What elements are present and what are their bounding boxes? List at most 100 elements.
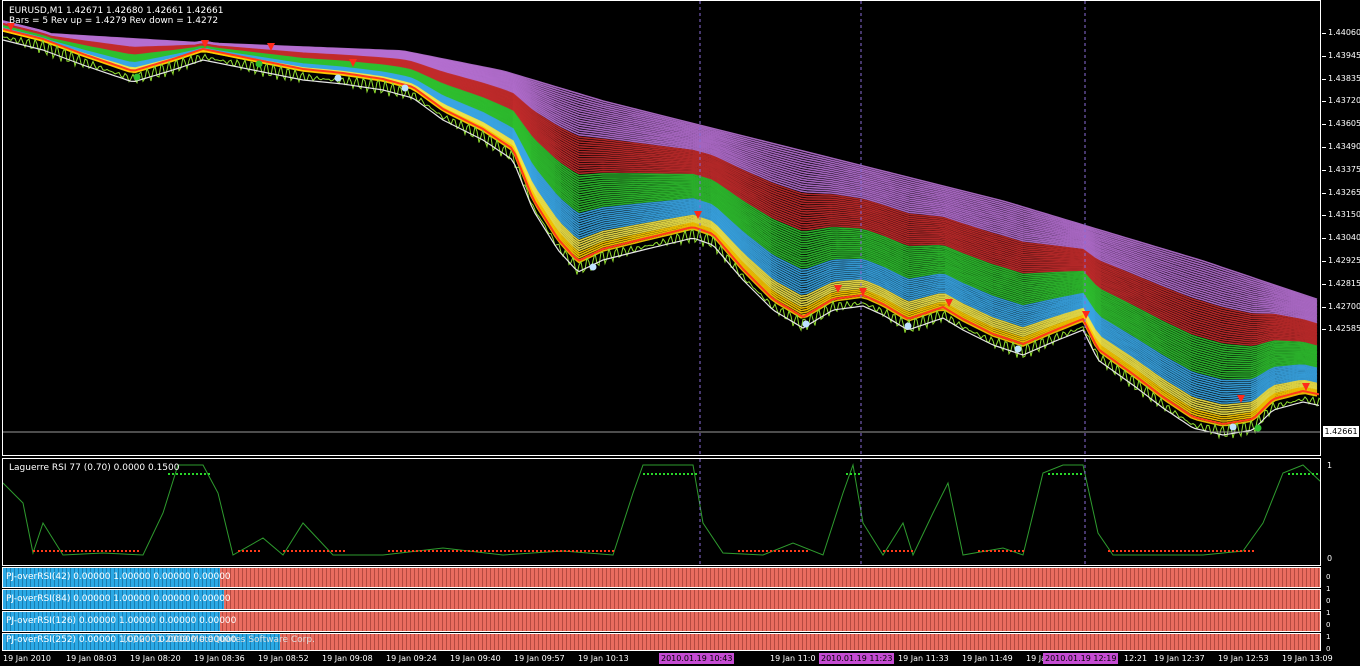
rsi-level-dot <box>428 550 430 552</box>
rsi-level-dot <box>1304 473 1306 475</box>
rsi-level-dot <box>392 550 394 552</box>
rsi-level-dot <box>184 473 186 475</box>
time-highlight: 2010.01.19 11:23 <box>819 653 895 664</box>
rsi-level-dot <box>1060 473 1062 475</box>
rsi-level-dot <box>1148 550 1150 552</box>
rsi-level-dot <box>907 550 909 552</box>
rsi-level-dot <box>1120 550 1122 552</box>
rsi-level-dot <box>343 550 345 552</box>
rsi-level-dot <box>1140 550 1142 552</box>
rsi-level-dot <box>1192 550 1194 552</box>
rsi-level-dot <box>472 550 474 552</box>
rsi-level-dot <box>65 550 67 552</box>
rsi-level-dot <box>1152 550 1154 552</box>
rsi-level-dot <box>683 473 685 475</box>
rsi-level-dot <box>998 550 1000 552</box>
rsi-level-dot <box>432 550 434 552</box>
current-price-label: 1.42661 <box>1323 426 1359 437</box>
price-chart-pane[interactable]: EURUSD,M1 1.42671 1.42680 1.42661 1.4266… <box>2 0 1321 456</box>
price-axis[interactable]: 1.44060 1.43945 1.43835 1.43720 1.43605 1.434… <box>1321 0 1360 456</box>
rsi-level-dot <box>746 550 748 552</box>
rsi-level-dot <box>1248 550 1250 552</box>
rsi-level-dot <box>1006 550 1008 552</box>
rsi-level-dot <box>412 550 414 552</box>
rsi-level-dot <box>73 550 75 552</box>
price-tick: 1.42700 <box>1321 301 1360 311</box>
chart-header-symbol: EURUSD,M1 1.42671 1.42680 1.42661 1.4266… <box>9 6 224 16</box>
time-tick: 19 Jan 11:33 <box>898 654 949 663</box>
rsi-level-dot <box>400 550 402 552</box>
rsi-level-dot <box>424 550 426 552</box>
pj-overrsi-126-pane[interactable]: PJ-overRSI(126) 0.00000 1.00000 0.00000 … <box>2 611 1321 632</box>
rsi-level-dot <box>1244 550 1246 552</box>
rsi-level-dot <box>1228 550 1230 552</box>
rsi-level-dot <box>335 550 337 552</box>
rsi-level-dot <box>1056 473 1058 475</box>
signal-dot-icon <box>802 320 810 328</box>
rsi-level-dot <box>786 550 788 552</box>
rsi-level-dot <box>1022 550 1024 552</box>
rsi-level-dot <box>1220 550 1222 552</box>
rsi-level-dot <box>584 550 586 552</box>
rsi-level-dot <box>651 473 653 475</box>
time-tick: 19 Jan 08:36 <box>194 654 245 663</box>
rsi-level-dot <box>1300 473 1302 475</box>
rsi-level-dot <box>1236 550 1238 552</box>
price-tick: 1.43720 <box>1321 96 1360 106</box>
rsi-level-dot <box>1068 473 1070 475</box>
rsi-level-dot <box>61 550 63 552</box>
rsi-level-dot <box>448 550 450 552</box>
laguerre-rsi-pane[interactable]: Laguerre RSI 77 (0.70) 0.0000 0.1500 <box>2 458 1321 566</box>
rsi-level-dot <box>1224 550 1226 552</box>
time-tick: 19 Jan 09:08 <box>322 654 373 663</box>
rsi-level-dot <box>291 550 293 552</box>
rsi-level-dot <box>667 473 669 475</box>
signal-dot-icon <box>904 322 912 330</box>
rsi-level-dot <box>460 550 462 552</box>
rsi-level-dot <box>1156 550 1158 552</box>
rsi-level-dot <box>331 550 333 552</box>
rsi-level-dot <box>679 473 681 475</box>
time-tick: 19 Jan 10:13 <box>578 654 629 663</box>
pj-overrsi-84-pane[interactable]: PJ-overRSI(84) 0.00000 1.00000 0.00000 0… <box>2 589 1321 610</box>
rsi-level-dot <box>520 550 522 552</box>
rsi-level-dot <box>512 550 514 552</box>
rsi-level-dot <box>576 550 578 552</box>
pj-overrsi-42-pane[interactable]: PJ-overRSI(42) 0.00000 1.00000 0.00000 0… <box>2 567 1321 588</box>
pj-overrsi-252-pane[interactable]: PJ-overRSI(252) 0.00000 1.00000 0.00000 … <box>2 633 1321 651</box>
rsi-level-dot <box>540 550 542 552</box>
rsi-level-dot <box>319 550 321 552</box>
ribbon-line <box>3 25 1318 357</box>
rsi-level-dot <box>1176 550 1178 552</box>
rsi-level-dot <box>488 550 490 552</box>
moving-average-ribbons <box>3 20 1320 440</box>
price-tick: 1.42815 <box>1321 278 1360 288</box>
rsi-level-dot <box>188 473 190 475</box>
rsi-axis: 1 0 <box>1321 458 1360 566</box>
rsi-level-dot <box>45 550 47 552</box>
rsi-level-dot <box>548 550 550 552</box>
bars-axis-tick: 0 <box>1326 621 1331 629</box>
rsi-level-dot <box>408 550 410 552</box>
rsi-level-dot <box>1316 473 1318 475</box>
rsi-level-dot <box>742 550 744 552</box>
rsi-level-dot <box>468 550 470 552</box>
time-axis[interactable]: 19 Jan 2010 19 Jan 08:03 19 Jan 08:20 19 Ja… <box>0 652 1360 666</box>
rsi-level-dot <box>532 550 534 552</box>
price-tick: 1.43835 <box>1321 73 1360 83</box>
rsi-level-dot <box>53 550 55 552</box>
rsi-level-dot <box>580 550 582 552</box>
rsi-level-dot <box>1010 550 1012 552</box>
rsi-level-dot <box>738 550 740 552</box>
rsi-level-dot <box>254 550 256 552</box>
rsi-level-dot <box>97 550 99 552</box>
rsi-level-dot <box>1112 550 1114 552</box>
bars-axis-tick: 1 <box>1326 585 1331 593</box>
rsi-level-dot <box>528 550 530 552</box>
rsi-level-dot <box>655 473 657 475</box>
rsi-level-dot <box>1312 473 1314 475</box>
rsi-level-dot <box>659 473 661 475</box>
rsi-level-dot <box>315 550 317 552</box>
rsi-level-dot <box>1116 550 1118 552</box>
laguerre-rsi-chart <box>3 459 1320 565</box>
